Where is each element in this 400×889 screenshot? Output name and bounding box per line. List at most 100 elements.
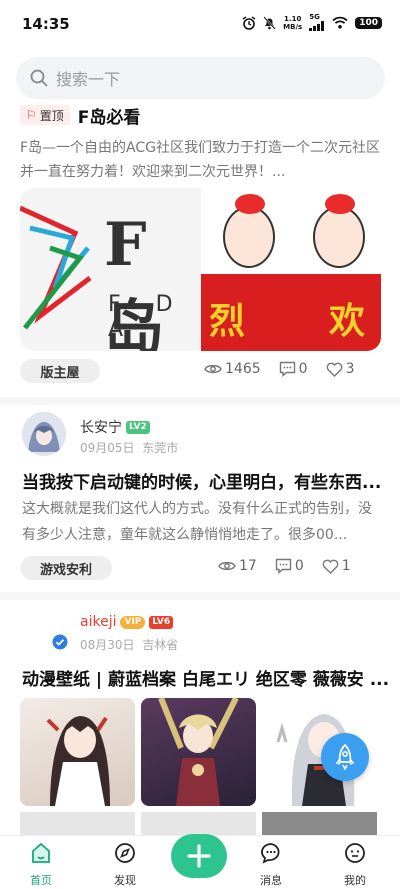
- tab-messages[interactable]: 消息: [241, 842, 301, 888]
- post-meta: 08月30日 吉林省: [80, 636, 178, 653]
- net-speed-unit: MB/s: [283, 22, 303, 31]
- views-count: 1465: [225, 361, 261, 377]
- post-excerpt-ellipsis: ...: [272, 164, 286, 180]
- search-bar[interactable]: 搜索一下: [16, 57, 385, 99]
- post-image-partial[interactable]: [262, 812, 377, 835]
- pinned-badge-label: 置顶: [39, 108, 64, 123]
- likes-count: 1: [341, 558, 351, 574]
- post-date: 08月30日: [80, 638, 135, 652]
- post-location: 吉林省: [142, 638, 179, 652]
- avatar[interactable]: [22, 412, 66, 456]
- heart-icon: [322, 559, 339, 574]
- pin-icon: ⚐: [26, 108, 37, 122]
- publish-rocket-button[interactable]: [321, 733, 369, 781]
- likes-stat[interactable]: 1: [322, 558, 351, 574]
- post-image-logo[interactable]: F岛 F D A: [20, 188, 201, 351]
- cartoon-face-right: [313, 194, 365, 268]
- author[interactable]: 长安宁 LV2: [80, 417, 150, 437]
- likes-stat[interactable]: 3: [326, 361, 355, 377]
- tab-discover-label: 发现: [114, 874, 136, 887]
- feed[interactable]: ⚐ 置顶 F岛必看 F岛—一个自由的ACG社区我们致力于打造一个二次元社区并一直…: [0, 104, 400, 835]
- banner-char-1: 烈: [209, 301, 246, 342]
- views-stat: 1465: [204, 361, 261, 377]
- status-icons: 1.10 MB/s 5G 100: [242, 14, 382, 31]
- post-stats: 17 0 1: [204, 558, 351, 574]
- author-name[interactable]: aikeji: [80, 614, 116, 630]
- eye-icon: [218, 561, 236, 571]
- post-image-partial[interactable]: [141, 812, 256, 835]
- pinned-badge: ⚐ 置顶: [20, 105, 70, 125]
- post-excerpt-text: F岛—一个自由的ACG社区我们致力于打造一个二次元社区并一直在努力着！欢迎来到二…: [20, 140, 381, 180]
- post-image[interactable]: [141, 698, 256, 806]
- divider: [0, 397, 400, 405]
- anime-girl-image: [46, 716, 110, 806]
- net-speed-value: 1.10: [284, 14, 302, 23]
- tab-messages-label: 消息: [260, 874, 282, 887]
- eye-icon: [204, 364, 222, 374]
- tab-add-button[interactable]: [171, 834, 227, 878]
- views-count: 17: [239, 558, 257, 574]
- divider: [0, 592, 400, 600]
- search-input[interactable]: 搜索一下: [56, 66, 120, 90]
- post-images[interactable]: F岛 F D A 烈 欢: [20, 188, 381, 351]
- comments-count: 0: [294, 558, 304, 574]
- plus-icon: [187, 844, 211, 868]
- post-title[interactable]: 动漫壁纸 | 蔚蓝档案 白尾エリ 绝区零 薇薇安 ...: [22, 665, 389, 690]
- tab-home[interactable]: 首页: [11, 842, 71, 888]
- compass-icon: [115, 843, 135, 863]
- logo-star-graphic: [20, 205, 92, 330]
- battery-indicator: 100: [355, 16, 382, 29]
- home-icon: [32, 842, 50, 863]
- level-badge: LV2: [126, 420, 150, 434]
- post-excerpt: 这大概就是我们这代人的方式。没有什么正式的告别，没有多少人注意，童年就这么静悄悄…: [22, 501, 372, 543]
- search-icon: [30, 69, 48, 87]
- post-meta: 09月05日 东莞市: [80, 439, 178, 456]
- comment-icon: [279, 361, 295, 377]
- signal-icon: [309, 21, 325, 31]
- post-tag[interactable]: 游戏安利: [20, 556, 112, 580]
- author-name[interactable]: 长安宁: [80, 417, 122, 437]
- signal: 5G: [309, 14, 325, 31]
- post-image[interactable]: [20, 698, 135, 806]
- post-title[interactable]: 当我按下启动键的时候，心里明白，有些东西...: [22, 468, 381, 493]
- comments-count: 0: [298, 361, 308, 377]
- author[interactable]: aikeji VIP LV6: [80, 614, 174, 630]
- cartoon-face-left: [223, 194, 275, 268]
- tab-profile[interactable]: 我的: [325, 842, 385, 888]
- tab-home-label: 首页: [30, 874, 52, 887]
- vip-badge: VIP: [120, 615, 146, 629]
- signal-label: 5G: [309, 13, 320, 21]
- tab-discover[interactable]: 发现: [95, 842, 155, 888]
- heart-icon: [326, 362, 342, 377]
- mute-bell-icon: [263, 15, 276, 30]
- pinned-post-header: ⚐ 置顶 F岛必看: [20, 104, 141, 128]
- verified-icon: [52, 634, 68, 650]
- status-time: 14:35: [22, 15, 70, 33]
- post-image-partial[interactable]: [20, 812, 135, 835]
- post-location: 东莞市: [142, 441, 179, 455]
- post-stats: 1465 0 3: [190, 361, 354, 377]
- banner-char-2: 欢: [329, 301, 366, 342]
- comments-stat[interactable]: 0: [279, 361, 308, 377]
- message-icon: [261, 843, 280, 864]
- net-speed: 1.10 MB/s: [283, 15, 302, 31]
- post-date: 09月05日: [80, 441, 135, 455]
- post-images-row2: [20, 812, 377, 835]
- post-excerpt: F岛—一个自由的ACG社区我们致力于打造一个二次元社区并一直在努力着！欢迎来到二…: [20, 136, 382, 184]
- anime-girl-image: [158, 698, 239, 806]
- comment-icon: [275, 558, 292, 574]
- tab-bar: 首页 发现 消息 我的: [0, 834, 400, 889]
- views-stat: 17: [218, 558, 257, 574]
- likes-count: 3: [345, 361, 355, 377]
- status-bar: 14:35 1.10 MB/s 5G 100: [0, 0, 400, 48]
- post-tag[interactable]: 版主屋: [20, 359, 100, 383]
- post-title[interactable]: F岛必看: [78, 104, 141, 128]
- avatar-image: [22, 412, 66, 456]
- rocket-icon: [335, 744, 355, 770]
- alarm-icon: [242, 15, 256, 30]
- wifi-icon: [332, 16, 348, 29]
- post-image-banner[interactable]: 烈 欢: [201, 188, 381, 351]
- tab-profile-label: 我的: [344, 874, 366, 887]
- comments-stat[interactable]: 0: [275, 558, 304, 574]
- logo-subtext: F D A: [108, 292, 187, 342]
